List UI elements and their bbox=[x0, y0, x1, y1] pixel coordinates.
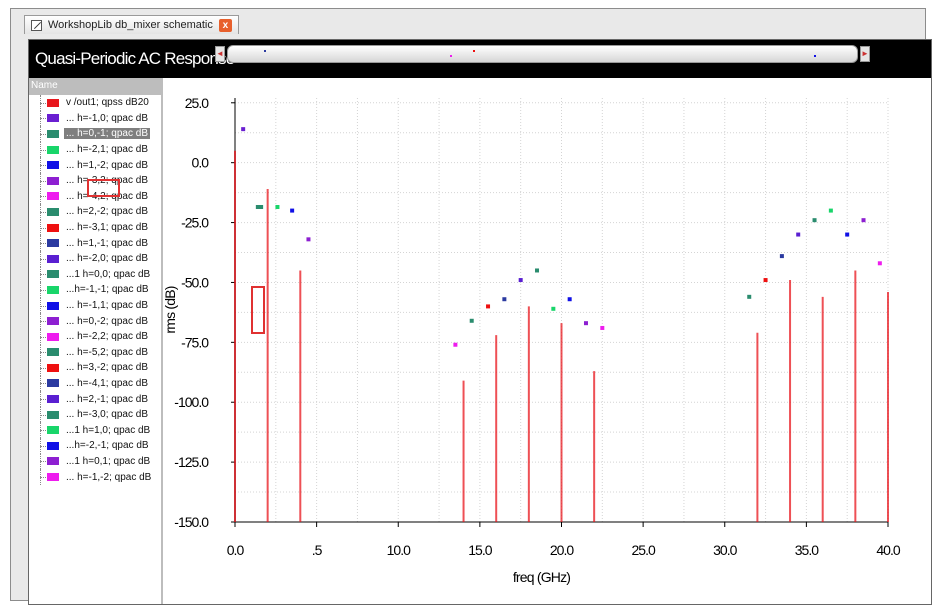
scroll-track[interactable] bbox=[227, 45, 858, 63]
data-point bbox=[241, 127, 246, 132]
data-point bbox=[747, 294, 752, 299]
data-point bbox=[861, 218, 866, 223]
data-point bbox=[583, 321, 588, 326]
data-point bbox=[469, 318, 474, 323]
data-point bbox=[779, 254, 784, 259]
data-point bbox=[567, 297, 572, 302]
data-point bbox=[796, 232, 801, 237]
x-tick-label: 20.0 bbox=[550, 542, 574, 558]
data-point bbox=[453, 342, 458, 347]
scroll-left-button[interactable]: ◄ bbox=[215, 46, 225, 62]
y-tick-label: -150.0 bbox=[174, 514, 209, 530]
marker-highlight bbox=[251, 286, 265, 334]
y-tick-label: -25.0 bbox=[181, 215, 209, 231]
data-point bbox=[845, 232, 850, 237]
x-tick-label: 0.0 bbox=[227, 542, 245, 558]
data-point bbox=[259, 204, 264, 209]
x-tick-label: 35.0 bbox=[795, 542, 819, 558]
x-tick-label: 25.0 bbox=[632, 542, 656, 558]
data-point bbox=[551, 306, 556, 311]
data-point bbox=[600, 325, 605, 330]
y-axis-title: rms (dB) bbox=[162, 286, 178, 333]
y-tick-label: 25.0 bbox=[185, 95, 209, 111]
y-tick-label: -125.0 bbox=[174, 454, 209, 470]
data-point bbox=[275, 204, 280, 209]
overview-mark bbox=[814, 55, 817, 57]
y-tick-label: -75.0 bbox=[181, 334, 209, 350]
overview-mark bbox=[264, 50, 266, 52]
x-tick-label: 30.0 bbox=[713, 542, 737, 558]
scroll-right-button[interactable]: ► bbox=[860, 46, 870, 62]
data-point bbox=[306, 237, 311, 242]
data-point bbox=[763, 278, 768, 283]
data-point bbox=[828, 208, 833, 213]
data-point bbox=[502, 297, 507, 302]
overview-scroller[interactable]: ◄ ► bbox=[215, 43, 870, 65]
y-tick-label: -100.0 bbox=[174, 394, 209, 410]
overview-mark bbox=[473, 50, 476, 52]
y-tick-label: 0.0 bbox=[192, 155, 210, 171]
x-tick-label: .5 bbox=[312, 542, 323, 558]
data-point bbox=[290, 208, 295, 213]
x-tick-label: 15.0 bbox=[468, 542, 492, 558]
x-tick-label: 40.0 bbox=[876, 542, 900, 558]
x-tick-label: 10.0 bbox=[387, 542, 411, 558]
chart[interactable]: 0.0 .5 10.0 15.0 20.0 25.0 30.0 35.0 40.0 25.0 0.0… bbox=[0, 0, 938, 609]
data-point bbox=[877, 261, 882, 266]
data-point bbox=[518, 278, 523, 283]
data-point bbox=[535, 268, 540, 273]
overview-mark bbox=[450, 55, 452, 57]
x-axis-title: freq (GHz) bbox=[513, 569, 570, 585]
data-point bbox=[486, 304, 491, 309]
y-tick-label: -50.0 bbox=[181, 274, 209, 290]
data-point bbox=[812, 218, 817, 223]
